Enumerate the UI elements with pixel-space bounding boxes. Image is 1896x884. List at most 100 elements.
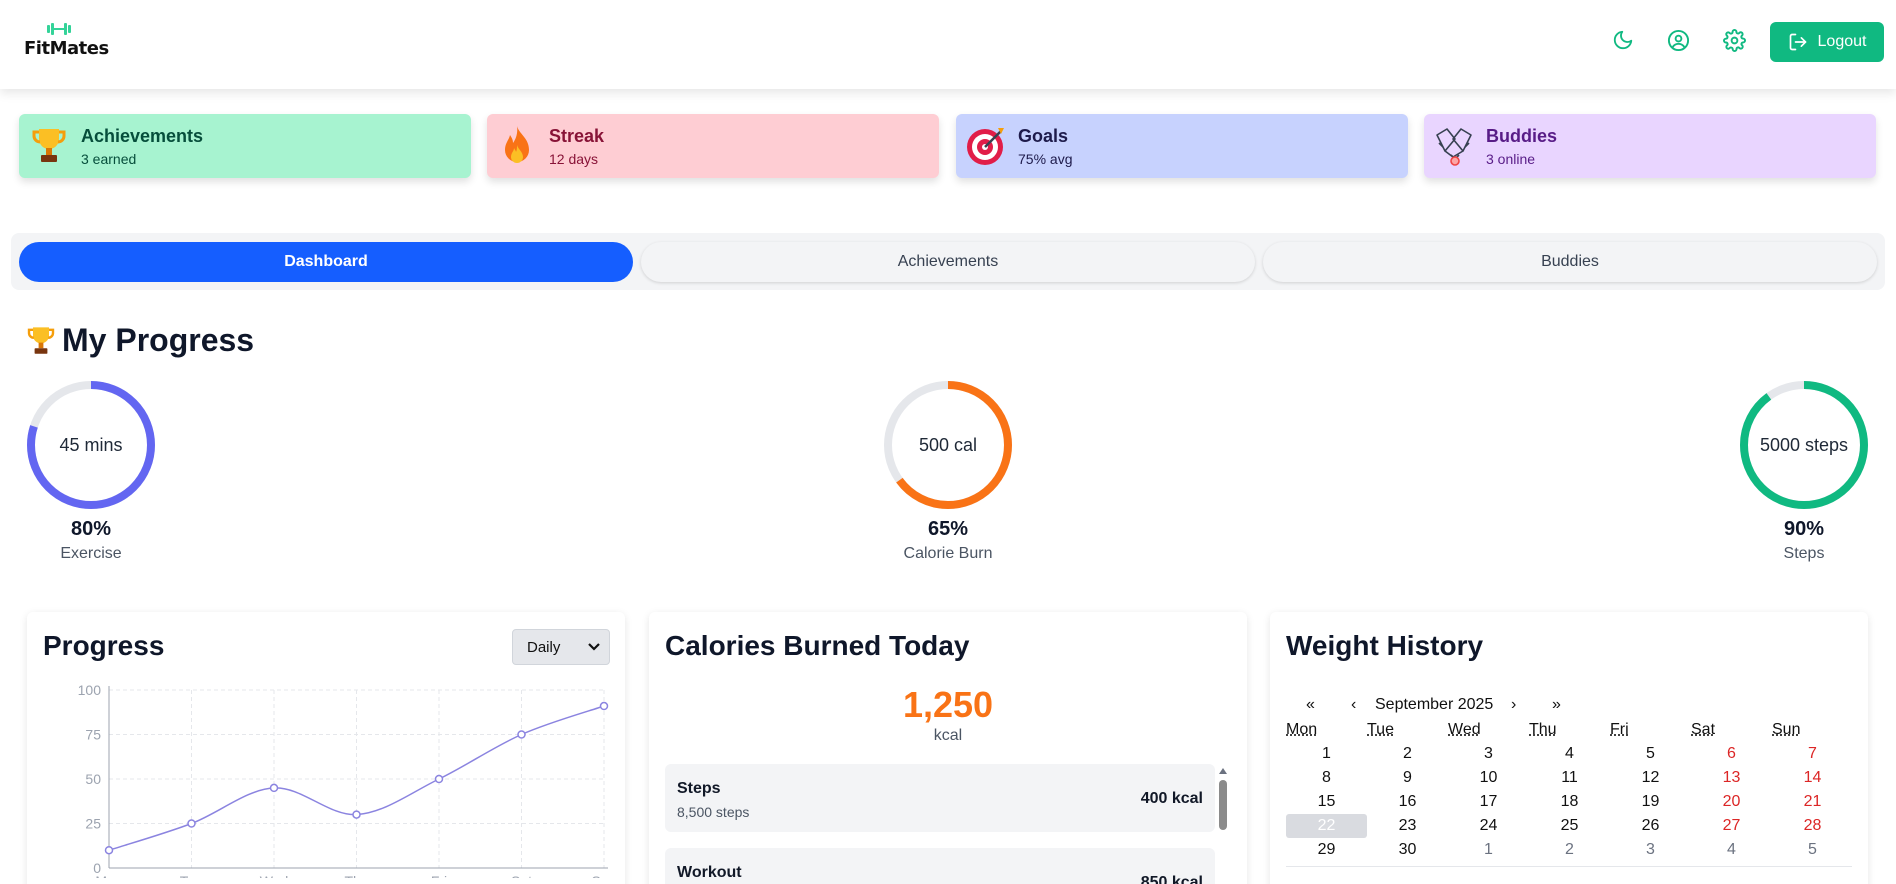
page-title: My Progress [62,322,254,359]
y-tick-label: 25 [85,816,101,832]
list-item[interactable]: Steps 8,500 steps 400 kcal [665,764,1215,832]
calendar: « ‹ September 2025 › » Mon Tue Wed Thu Fri Sa… [1286,694,1852,867]
data-point [436,776,443,783]
calendar-month-label[interactable]: September 2025 [1375,696,1493,714]
ring-steps: 5000 steps 90% Steps [1737,380,1871,570]
next-year-button[interactable]: » [1552,696,1561,714]
calendar-day[interactable]: 14 [1772,766,1853,790]
calendar-day[interactable]: 19 [1610,790,1691,814]
stat-sub: 3 earned [81,151,203,167]
x-tick-label: Wed [260,873,289,878]
calendar-day[interactable]: 6 [1691,742,1772,766]
calendar-day[interactable]: 24 [1448,814,1529,838]
calendar-day[interactable]: 18 [1529,790,1610,814]
x-tick-label: Tue [180,873,204,878]
period-select-value: Daily [527,639,560,656]
weekday-header: Fri [1610,718,1691,742]
list-item[interactable]: Workout 850 kcal [665,848,1215,884]
calendar-day[interactable]: 27 [1691,814,1772,838]
calendar-day[interactable]: 20 [1691,790,1772,814]
period-select[interactable]: Daily [512,629,610,665]
calendar-day[interactable]: 12 [1610,766,1691,790]
calendar-day[interactable]: 9 [1367,766,1448,790]
next-month-button[interactable]: › [1511,696,1516,714]
tab-buddies[interactable]: Buddies [1263,242,1877,282]
calendar-day[interactable]: 26 [1610,814,1691,838]
calendar-day[interactable]: 3 [1448,742,1529,766]
calendar-day[interactable]: 30 [1367,838,1448,862]
data-point [188,820,195,827]
calendar-day[interactable]: 17 [1448,790,1529,814]
data-point [271,784,278,791]
gear-icon[interactable] [1721,27,1747,53]
progress-card: Progress Daily 0255075100MonTueWedThuFri… [27,612,625,884]
ring-percent: 80% [24,518,158,541]
activity-name: Workout [677,864,742,882]
stat-card-buddies[interactable]: Buddies 3 online [1424,114,1876,178]
x-tick-label: Thu [344,873,368,878]
logout-icon [1788,32,1808,52]
weekday-header: Wed [1448,718,1529,742]
weekday-header: Sat [1691,718,1772,742]
tab-dashboard[interactable]: Dashboard [19,242,633,282]
stat-card-goals[interactable]: Goals 75% avg [956,114,1408,178]
calendar-day[interactable]: 5 [1610,742,1691,766]
activity-name: Steps [677,780,721,798]
ring-exercise: 45 mins 80% Exercise [24,380,158,570]
y-tick-label: 50 [85,771,101,787]
calendar-day[interactable]: 22 [1286,814,1367,838]
user-circle-icon[interactable] [1665,27,1691,53]
fire-icon [495,124,539,168]
data-point [106,847,113,854]
calendar-day[interactable]: 23 [1367,814,1448,838]
activity-scrollbar[interactable] [1218,766,1228,846]
calendar-day[interactable]: 8 [1286,766,1367,790]
calendar-day[interactable]: 1 [1286,742,1367,766]
calendar-day[interactable]: 2 [1529,838,1610,862]
data-point [601,703,608,710]
tab-achievements[interactable]: Achievements [641,242,1255,282]
prev-month-button[interactable]: ‹ [1351,696,1356,714]
prev-year-button[interactable]: « [1306,696,1315,714]
calories-unit: kcal [649,727,1247,745]
trophy-icon [26,325,56,357]
stat-card-achievements[interactable]: Achievements 3 earned [19,114,471,178]
weekday-header: Sun [1772,718,1853,742]
stat-card-streak[interactable]: Streak 12 days [487,114,939,178]
calendar-day[interactable]: 7 [1772,742,1853,766]
x-tick-label: Sun [592,873,617,878]
chevron-down-icon [587,638,601,656]
moon-icon[interactable] [1610,27,1636,53]
calendar-day[interactable]: 28 [1772,814,1853,838]
dumbbell-icon [44,22,74,36]
calendar-day[interactable]: 4 [1529,742,1610,766]
weekday-header: Mon [1286,718,1367,742]
ring-name: Calorie Burn [881,545,1015,563]
stat-sub: 12 days [549,151,604,167]
calendar-days: 1 2 3 4 5 6 7 8 9 10 11 12 13 14 15 16 17 18 19 20 21 22 23 24 2… [1286,742,1852,862]
x-tick-label: Mon [95,873,122,878]
activity-kcal: 850 kcal [1141,874,1203,884]
calendar-day[interactable]: 13 [1691,766,1772,790]
ring-value: 500 cal [881,380,1015,510]
calendar-day[interactable]: 3 [1610,838,1691,862]
calendar-day[interactable]: 25 [1529,814,1610,838]
x-tick-label: Sat [511,873,532,878]
y-tick-label: 100 [78,682,102,698]
fitmates-logo[interactable]: FitMates [24,22,94,62]
calendar-nav: « ‹ September 2025 › » [1286,694,1852,718]
logout-button[interactable]: Logout [1770,22,1884,62]
calendar-day[interactable]: 1 [1448,838,1529,862]
calendar-day[interactable]: 10 [1448,766,1529,790]
calendar-day[interactable]: 4 [1691,838,1772,862]
calendar-day[interactable]: 29 [1286,838,1367,862]
calendar-day[interactable]: 11 [1529,766,1610,790]
calendar-day[interactable]: 5 [1772,838,1853,862]
calendar-day[interactable]: 2 [1367,742,1448,766]
calendar-day[interactable]: 15 [1286,790,1367,814]
calendar-day[interactable]: 21 [1772,790,1853,814]
calendar-day[interactable]: 16 [1367,790,1448,814]
ring-percent: 65% [881,518,1015,541]
my-progress-heading: My Progress [26,322,254,359]
handshake-icon [1432,124,1476,168]
